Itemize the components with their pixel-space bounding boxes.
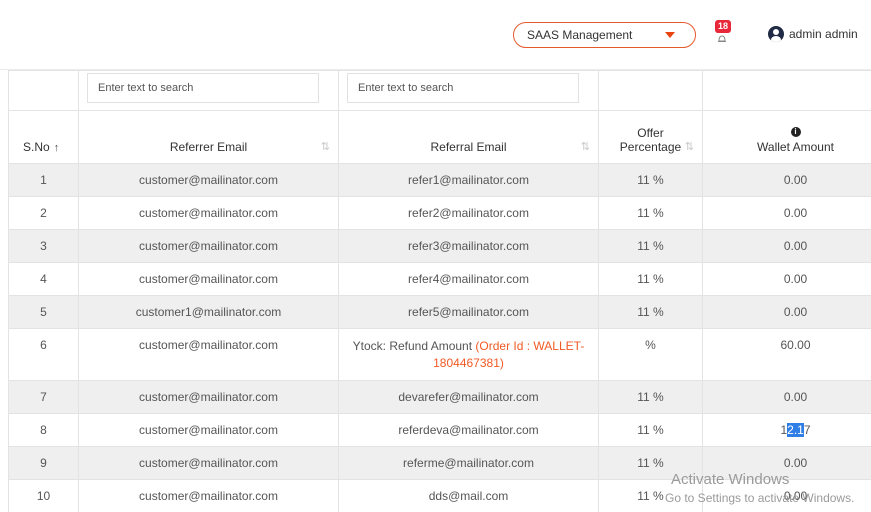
cell-wallet: 0.00 xyxy=(702,295,871,329)
cell-referrer: customer@mailinator.com xyxy=(78,262,339,296)
cell-sno: 3 xyxy=(8,229,79,263)
cell-wallet: 0.00 xyxy=(702,229,871,263)
cell-wallet: 12.17 xyxy=(702,413,871,447)
referral-search-input[interactable]: Enter text to search xyxy=(347,73,579,103)
notification-badge: 18 xyxy=(715,20,732,33)
cell-offer: 11 % xyxy=(598,229,703,263)
cell-referrer: customer@mailinator.com xyxy=(78,479,339,512)
chevron-down-icon xyxy=(665,32,675,38)
cell-offer: 11 % xyxy=(598,413,703,447)
referral-table: Enter text to search Enter text to searc… xyxy=(8,70,871,512)
module-select-value: SAAS Management xyxy=(527,28,633,42)
cell-offer: 11 % xyxy=(598,196,703,230)
cell-referrer: customer@mailinator.com xyxy=(78,196,339,230)
cell-offer: 11 % xyxy=(598,380,703,414)
table-row: 7 customer@mailinator.com devarefer@mail… xyxy=(8,380,871,414)
sort-icon: ⇅ xyxy=(320,141,330,153)
cell-sno: 10 xyxy=(8,479,79,512)
cell-referral: dds@mail.com xyxy=(338,479,599,512)
cell-sno: 6 xyxy=(8,328,79,381)
table-row: 5 customer1@mailinator.com refer5@mailin… xyxy=(8,295,871,329)
table-row: 1 customer@mailinator.com refer1@mailina… xyxy=(8,163,871,197)
cell-wallet: 0.00 xyxy=(702,380,871,414)
cell-referral: refer1@mailinator.com xyxy=(338,163,599,197)
cell-referral: devarefer@mailinator.com xyxy=(338,380,599,414)
bell-icon xyxy=(718,35,726,42)
cell-sno: 7 xyxy=(8,380,79,414)
cell-offer: % xyxy=(598,328,703,381)
cell-referral: referme@mailinator.com xyxy=(338,446,599,480)
cell-sno: 5 xyxy=(8,295,79,329)
user-menu[interactable]: admin admin xyxy=(768,26,858,42)
user-avatar-icon xyxy=(768,26,784,42)
user-name: admin admin xyxy=(789,27,858,41)
table-row: 4 customer@mailinator.com refer4@mailina… xyxy=(8,262,871,296)
column-header-sno[interactable]: S.No ↑ xyxy=(8,110,79,164)
notification-button[interactable]: 18 xyxy=(712,20,732,46)
info-icon: i xyxy=(790,127,801,137)
cell-wallet: 0.00 xyxy=(702,196,871,230)
cell-sno: 8 xyxy=(8,413,79,447)
cell-referral: Ytock: Refund Amount (Order Id : WALLET-… xyxy=(338,328,599,381)
cell-referrer: customer1@mailinator.com xyxy=(78,295,339,329)
selected-text: 2.1 xyxy=(787,423,804,437)
cell-wallet: 60.00 xyxy=(702,328,871,381)
column-header-offer[interactable]: Offer Percentage ⇅ xyxy=(598,110,703,164)
header-row: S.No ↑ Referrer Email ⇅ Referral Email ⇅ Of… xyxy=(8,110,871,164)
cell-offer: 11 % xyxy=(598,295,703,329)
cell-referral: refer3@mailinator.com xyxy=(338,229,599,263)
module-select[interactable]: SAAS Management xyxy=(513,22,696,48)
cell-sno: 4 xyxy=(8,262,79,296)
column-header-wallet[interactable]: iWallet Amount⇅ xyxy=(702,110,871,164)
cell-referral: refer4@mailinator.com xyxy=(338,262,599,296)
cell-sno: 9 xyxy=(8,446,79,480)
cell-wallet: 0.00 xyxy=(702,262,871,296)
column-header-referral[interactable]: Referral Email ⇅ xyxy=(338,110,599,164)
cell-referrer: customer@mailinator.com xyxy=(78,446,339,480)
cell-offer: 11 % xyxy=(598,262,703,296)
cell-referrer: customer@mailinator.com xyxy=(78,413,339,447)
filter-row: Enter text to search Enter text to searc… xyxy=(8,70,871,111)
column-header-referrer[interactable]: Referrer Email ⇅ xyxy=(78,110,339,164)
cell-referral: refer2@mailinator.com xyxy=(338,196,599,230)
table-row: 2 customer@mailinator.com refer2@mailina… xyxy=(8,196,871,230)
watermark-subtitle: Go to Settings to activate Windows. xyxy=(665,491,855,505)
sort-icon: ⇅ xyxy=(580,141,590,153)
cell-referral: referdeva@mailinator.com xyxy=(338,413,599,447)
watermark-title: Activate Windows xyxy=(671,471,790,488)
cell-referrer: customer@mailinator.com xyxy=(78,229,339,263)
cell-referrer: customer@mailinator.com xyxy=(78,380,339,414)
cell-referrer: customer@mailinator.com xyxy=(78,163,339,197)
sort-asc-icon: ↑ xyxy=(53,142,60,154)
top-header: SAAS Management 18 admin admin xyxy=(0,0,871,70)
cell-offer: 11 % xyxy=(598,163,703,197)
table-row: 6 customer@mailinator.com Ytock: Refund … xyxy=(8,328,871,381)
table-row: 3 customer@mailinator.com refer3@mailina… xyxy=(8,229,871,263)
referrer-search-input[interactable]: Enter text to search xyxy=(87,73,319,103)
cell-referral: refer5@mailinator.com xyxy=(338,295,599,329)
activate-windows-watermark: Activate Windows Go to Settings to activ… xyxy=(665,471,854,507)
cell-referrer: customer@mailinator.com xyxy=(78,328,339,381)
cell-sno: 2 xyxy=(8,196,79,230)
table-row: 8 customer@mailinator.com referdeva@mail… xyxy=(8,413,871,447)
cell-sno: 1 xyxy=(8,163,79,197)
sort-icon: ⇅ xyxy=(684,141,694,153)
cell-wallet: 0.00 xyxy=(702,163,871,197)
